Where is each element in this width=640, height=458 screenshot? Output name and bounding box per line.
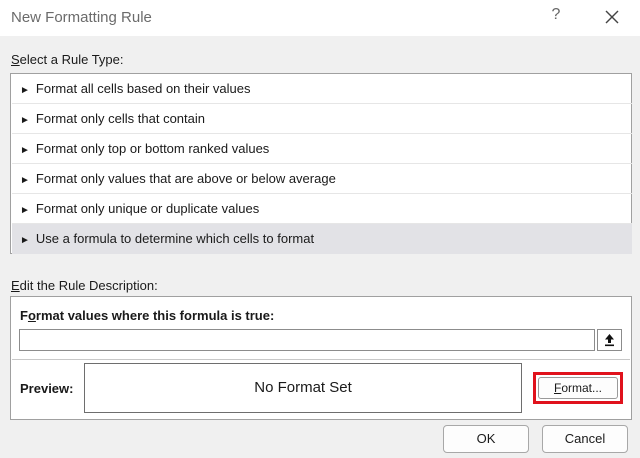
rule-item-cells-contain[interactable]: ► Format only cells that contain: [12, 104, 632, 134]
rule-item-label: Format only unique or duplicate values: [35, 201, 260, 216]
cancel-button[interactable]: Cancel: [542, 425, 628, 453]
rule-item-label: Format only top or bottom ranked values: [35, 141, 270, 156]
rule-item-formula[interactable]: ► Use a formula to determine which cells …: [12, 224, 632, 254]
preview-label: Preview:: [20, 381, 74, 396]
collapse-dialog-button[interactable]: [597, 329, 622, 351]
formula-label: Format values where this formula is true…: [20, 308, 275, 323]
dialog-title: New Formatting Rule: [11, 9, 152, 26]
arrow-icon: ►: [20, 85, 30, 96]
format-button[interactable]: Format...: [538, 377, 618, 399]
arrow-icon: ►: [20, 145, 30, 156]
rule-description-label: Edit the Rule Description:: [11, 278, 158, 293]
close-icon[interactable]: [603, 8, 621, 26]
arrow-icon: ►: [20, 205, 30, 216]
rule-item-label: Format all cells based on their values: [35, 81, 251, 96]
rule-item-label: Use a formula to determine which cells t…: [35, 231, 315, 246]
rule-item-top-bottom[interactable]: ► Format only top or bottom ranked values: [12, 134, 632, 164]
rule-item-all-cells[interactable]: ► Format all cells based on their values: [12, 74, 632, 104]
divider: [12, 359, 630, 360]
rule-type-list[interactable]: ► Format all cells based on their values …: [10, 73, 632, 254]
upload-arrow-icon: [605, 334, 614, 347]
rule-item-label: Format only values that are above or bel…: [35, 171, 336, 186]
ok-button[interactable]: OK: [443, 425, 529, 453]
arrow-icon: ►: [20, 175, 30, 186]
arrow-icon: ►: [20, 235, 30, 246]
rule-item-label: Format only cells that contain: [35, 111, 205, 126]
rule-type-label: Select a Rule Type:: [11, 52, 124, 67]
formula-input[interactable]: [19, 329, 595, 351]
arrow-icon: ►: [20, 115, 30, 126]
preview-box: No Format Set: [84, 363, 522, 413]
title-bar: New Formatting Rule ?: [0, 0, 640, 36]
help-icon[interactable]: ?: [549, 6, 563, 24]
rule-item-above-below-average[interactable]: ► Format only values that are above or be…: [12, 164, 632, 194]
rule-item-unique-duplicate[interactable]: ► Format only unique or duplicate values: [12, 194, 632, 224]
rule-description-panel: Format values where this formula is true…: [10, 296, 632, 420]
